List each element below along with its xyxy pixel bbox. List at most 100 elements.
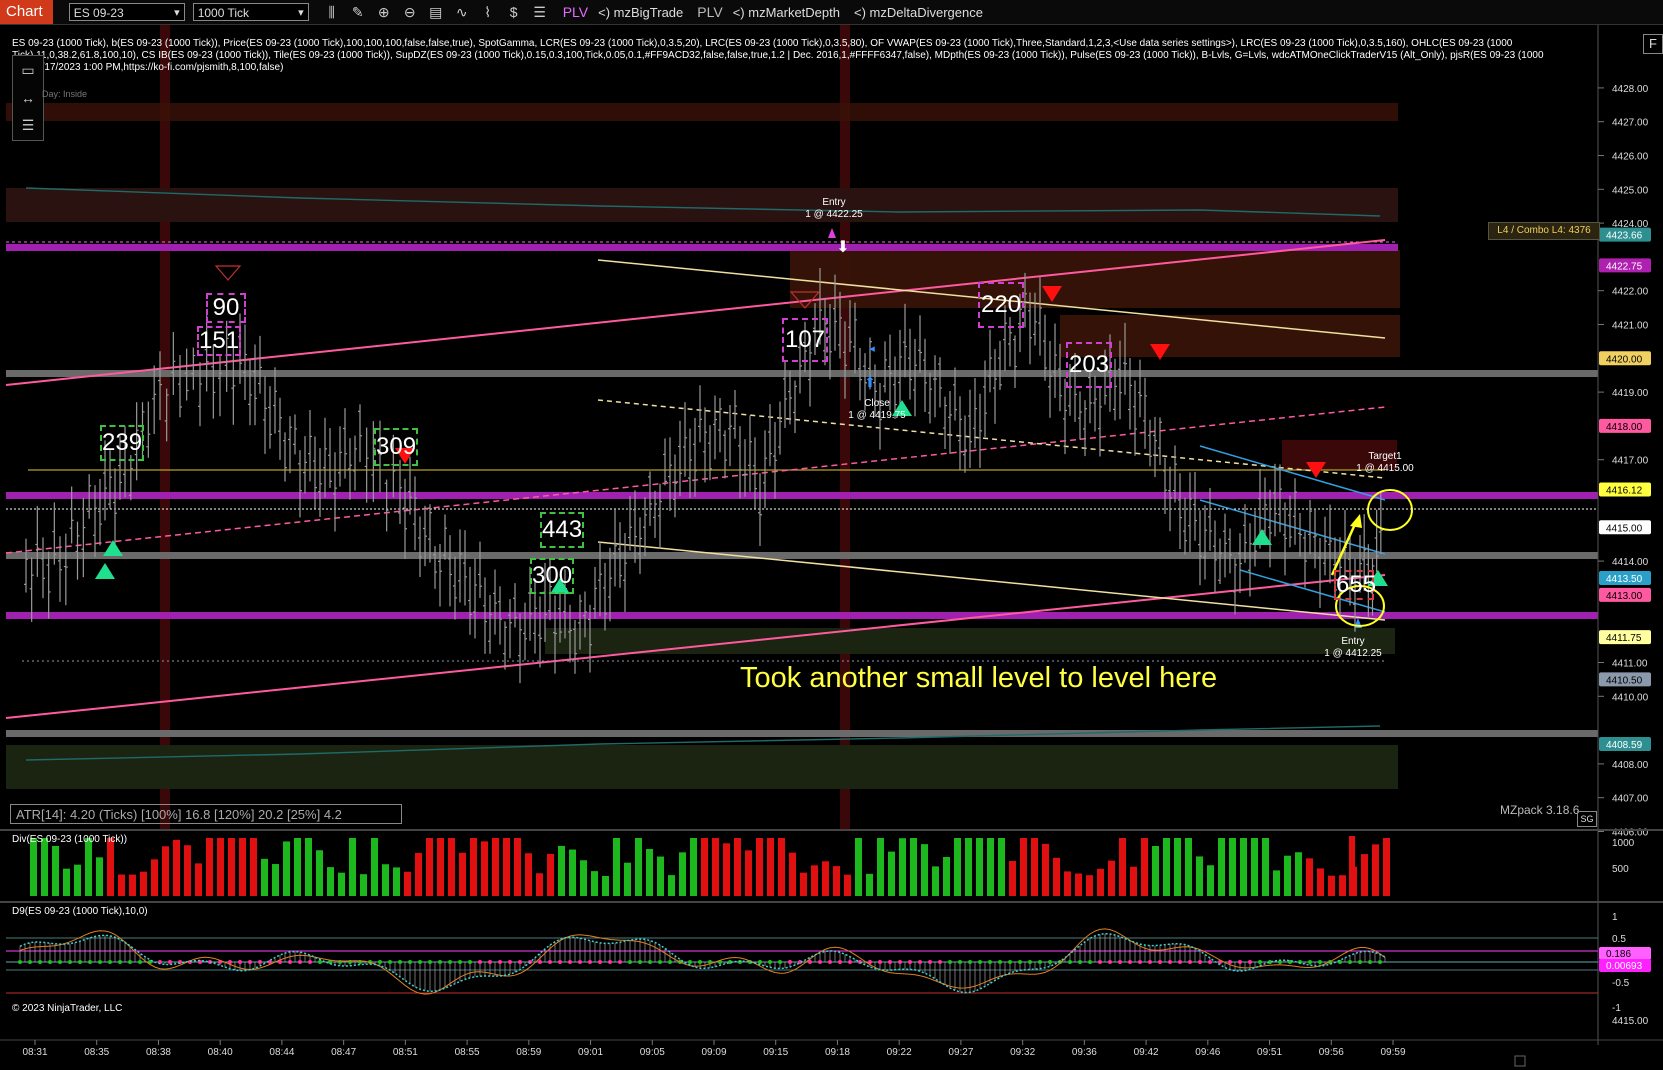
entry-value: 1 @ 4422.25 (805, 209, 863, 220)
drawing-tools-panel: ▭ ↔ ☰ (12, 55, 44, 141)
price-tick-label: 4414.00 (1612, 557, 1649, 568)
svg-text:4410.50: 4410.50 (1606, 675, 1643, 686)
arrow-down-icon: ⬇ (836, 239, 849, 256)
svg-text:4422.75: 4422.75 (1606, 261, 1643, 272)
footprint-number: 443 (540, 512, 584, 548)
price-marker: 4410.50 (1599, 672, 1651, 687)
price-marker: 4420.00 (1599, 351, 1651, 366)
time-tick-label: 08:35 (84, 1047, 109, 1058)
time-tick-label: 09:36 (1072, 1047, 1097, 1058)
time-tick-label: 08:44 (269, 1047, 294, 1058)
time-tick-label: 09:15 (763, 1047, 788, 1058)
horizontal-arrows-icon[interactable]: ↔ (21, 90, 35, 106)
demand-zone (6, 745, 1398, 789)
session-marker (840, 25, 850, 830)
chart-canvas[interactable]: 4428.004427.004426.004425.004424.004422.… (0, 0, 1663, 1070)
footprint-number: 220 (978, 282, 1024, 328)
menu-icon[interactable]: ☰ (22, 117, 35, 134)
price-tick-label: 4425.00 (1612, 185, 1649, 196)
price-marker: 4415.00 (1599, 520, 1651, 535)
day-type-label: Day: Inside (42, 89, 88, 99)
time-tick-label: 09:09 (701, 1047, 726, 1058)
combo-level-badge: L4 / Combo L4: 4376 (1488, 222, 1600, 240)
atr-readout: ATR[14]: 4.20 (Ticks) [100%] 16.8 [120%]… (10, 804, 402, 824)
target-order-label: Target1 1 @ 4415.00 (1340, 451, 1430, 475)
mzpack-label: MZpack 3.18.6 (1500, 803, 1580, 817)
price-tick-label: 4419.00 (1612, 388, 1649, 399)
price-tick-label: 4422.00 (1612, 287, 1649, 298)
time-tick-label: 09:59 (1380, 1047, 1405, 1058)
div-tick-label: 500 (1612, 864, 1629, 875)
price-marker: 4413.50 (1599, 571, 1651, 585)
footprint-number: 239 (100, 425, 144, 461)
supply-zone (6, 188, 1398, 222)
supply-zone (790, 250, 1400, 308)
time-tick-label: 08:38 (146, 1047, 171, 1058)
price-tick-label: 4408.00 (1612, 760, 1649, 771)
price-tick-label: 4417.00 (1612, 456, 1649, 467)
indicator-info-line: ES 09-23 (1000 Tick), b(ES 09-23 (1000 T… (12, 38, 1544, 73)
price-tick-label: 4411.00 (1612, 659, 1648, 670)
d9-marker: 0.186 (1599, 947, 1651, 960)
sg-button[interactable]: SG (1577, 811, 1597, 827)
price-tick-label: 4407.00 (1612, 794, 1649, 805)
copyright-label: © 2023 NinjaTrader, LLC (12, 1003, 123, 1014)
svg-text:4420.00: 4420.00 (1606, 354, 1643, 365)
level-line (6, 552, 1598, 559)
time-tick-label: 09:56 (1319, 1047, 1344, 1058)
svg-text:0.00693: 0.00693 (1606, 961, 1643, 972)
close-order-label: Close 1 @ 4419.75 (832, 398, 922, 422)
price-marker: 4422.75 (1599, 258, 1651, 273)
time-tick-label: 09:22 (887, 1047, 912, 1058)
price-marker: 4411.75 (1599, 630, 1651, 645)
close-marker-icon: ◂ (869, 343, 875, 355)
entry-label: Entry (822, 197, 846, 208)
svg-text:4416.12: 4416.12 (1606, 485, 1643, 496)
svg-text:4418.00: 4418.00 (1606, 422, 1643, 433)
price-tick-label: 4421.00 (1612, 321, 1649, 332)
ruler-icon[interactable]: ▭ (21, 62, 34, 79)
time-tick-label: 09:18 (825, 1047, 850, 1058)
d9-tick-label: -0.5 (1612, 978, 1630, 989)
svg-text:4413.50: 4413.50 (1606, 574, 1643, 585)
time-tick-label: 09:42 (1134, 1047, 1159, 1058)
footprint-number: 309 (374, 428, 418, 466)
entry-order-label-2: Entry 1 @ 4412.25 (1308, 636, 1398, 660)
target-label: Target1 (1368, 451, 1402, 462)
arrow-up-icon: ⬆ (864, 374, 876, 390)
price-marker: 4413.00 (1599, 587, 1651, 602)
entry-value-2: 1 @ 4412.25 (1324, 648, 1382, 659)
price-tick-label: 4428.00 (1612, 84, 1649, 95)
d9-pane-title: D9(ES 09-23 (1000 Tick),10,0) (12, 906, 148, 917)
time-tick-label: 08:59 (516, 1047, 541, 1058)
footprint-number: 203 (1066, 342, 1112, 388)
time-tick-label: 08:51 (393, 1047, 418, 1058)
close-label: Close (864, 398, 890, 409)
svg-text:4415.00: 4415.00 (1606, 523, 1643, 534)
price-marker: 4416.12 (1599, 482, 1651, 497)
time-tick-label: 08:40 (208, 1047, 233, 1058)
time-tick-label: 09:27 (948, 1047, 973, 1058)
d9-tick-label: 1 (1612, 912, 1618, 923)
price-marker: 4408.59 (1599, 736, 1651, 751)
demand-zone (545, 628, 1395, 654)
time-tick-label: 09:05 (640, 1047, 665, 1058)
svg-text:4413.00: 4413.00 (1606, 591, 1643, 602)
div-tick-label: 1000 (1612, 838, 1635, 849)
price-marker: 4418.00 (1599, 418, 1651, 433)
footprint-number: 655 (1334, 570, 1377, 600)
time-tick-label: 09:01 (578, 1047, 603, 1058)
entry-order-label: Entry 1 @ 4422.25 (794, 197, 874, 221)
time-tick-label: 09:32 (1010, 1047, 1035, 1058)
chart-trader-button[interactable]: F (1643, 34, 1663, 54)
annotation-text: Took another small level to level here (740, 662, 1218, 694)
svg-text:0.186: 0.186 (1606, 949, 1631, 960)
supply-zone (6, 103, 1398, 121)
target-value: 1 @ 4415.00 (1356, 463, 1414, 474)
level-line (6, 730, 1598, 737)
time-tick-label: 09:51 (1257, 1047, 1282, 1058)
footprint-number: 107 (782, 318, 828, 362)
d9-tick-label: -1 (1612, 1003, 1621, 1014)
d9-marker: 0.00693 (1599, 959, 1651, 972)
price-tick-label: 4427.00 (1612, 118, 1649, 129)
